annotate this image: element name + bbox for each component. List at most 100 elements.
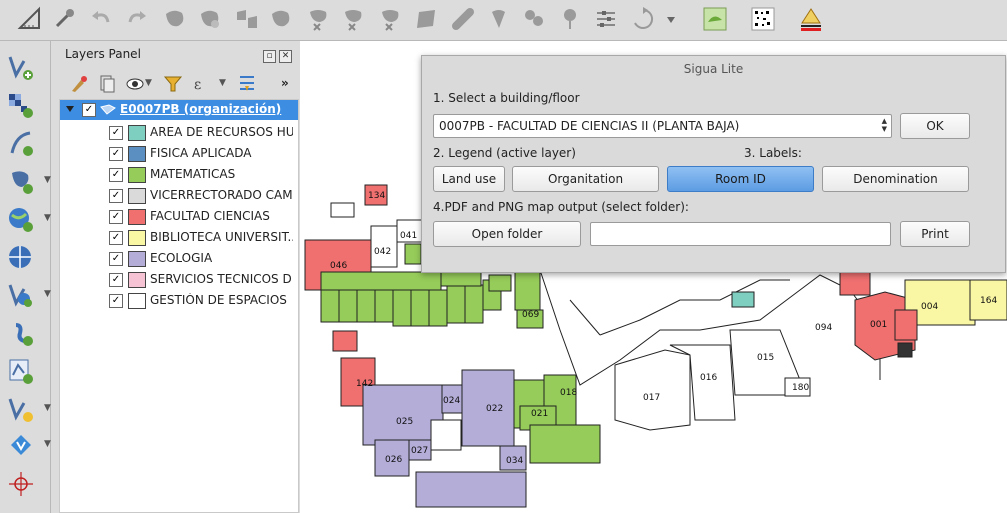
- room-label: 024: [443, 396, 460, 406]
- more-icon[interactable]: [664, 6, 678, 32]
- layer-row[interactable]: ✓ BIBLIOTECA UNIVERSIT...: [60, 227, 298, 248]
- expand-all-icon[interactable]: [237, 74, 257, 94]
- simplify-icon[interactable]: [593, 6, 619, 32]
- add-postgis-layer-icon[interactable]: [6, 167, 36, 197]
- filter-icon[interactable]: [163, 74, 183, 94]
- overflow-icon[interactable]: »: [281, 76, 289, 90]
- collapse-icon[interactable]: [66, 106, 74, 112]
- folder-path-field[interactable]: [590, 222, 891, 246]
- room-label: 142: [356, 379, 373, 389]
- style-manager-icon[interactable]: [69, 74, 89, 94]
- layer-row[interactable]: ✓ MATEMATICAS: [60, 164, 298, 185]
- layer-checkbox[interactable]: ✓: [109, 252, 123, 266]
- plugin-qr-icon[interactable]: [750, 6, 776, 32]
- layers-panel: Layers Panel ▫ ✕ ▼ ε ▼ » ✓ E0007PB (organ…: [51, 41, 300, 513]
- layer-group-row[interactable]: ✓ E0007PB (organización): [60, 100, 298, 120]
- room-label: 034: [506, 456, 523, 466]
- panel-title: Layers Panel: [65, 47, 141, 61]
- print-button[interactable]: Print: [900, 221, 970, 247]
- room-label: 018: [560, 388, 577, 398]
- room-label: 069: [522, 310, 539, 320]
- layer-checkbox[interactable]: ✓: [109, 147, 123, 161]
- layer-checkbox[interactable]: ✓: [109, 294, 123, 308]
- group-icon: [100, 104, 116, 115]
- layer-label: SERVICIOS TECNICOS D...: [150, 272, 293, 286]
- merge-icon[interactable]: [521, 6, 547, 32]
- dropdown-arrow-icon[interactable]: ▼: [44, 439, 51, 449]
- layer-checkbox[interactable]: ✓: [109, 126, 123, 140]
- dropdown-arrow-icon[interactable]: ▼: [44, 213, 51, 223]
- room-label: 017: [643, 393, 660, 403]
- organitation-button[interactable]: Organitation: [512, 166, 659, 192]
- split-icon[interactable]: [450, 6, 476, 32]
- rotate-icon[interactable]: [197, 6, 223, 32]
- land-use-button[interactable]: Land use: [433, 166, 505, 192]
- add-part-icon[interactable]: [234, 6, 260, 32]
- float-panel-icon[interactable]: ▫: [263, 50, 276, 63]
- layer-checkbox[interactable]: ✓: [109, 210, 123, 224]
- add-wms-layer-icon[interactable]: [6, 205, 36, 235]
- add-delimited-text-icon[interactable]: [6, 129, 36, 159]
- dropdown-arrow-icon[interactable]: ▼: [44, 403, 51, 413]
- sigua-icon[interactable]: [798, 6, 824, 32]
- split-parts-icon[interactable]: [487, 6, 513, 32]
- layer-checkbox[interactable]: ✓: [109, 273, 123, 287]
- add-vector-layer-icon[interactable]: [6, 53, 36, 83]
- svg-text:ε: ε: [194, 77, 201, 93]
- fill-ring-icon[interactable]: [413, 6, 439, 32]
- move-feature-icon[interactable]: [268, 6, 294, 32]
- open-folder-button[interactable]: Open folder: [433, 221, 581, 247]
- spin-arrows-icon[interactable]: ▲ ▼: [882, 117, 887, 133]
- building-select[interactable]: 0007PB - FACULTAD DE CIENCIAS II (PLANTA…: [433, 114, 892, 138]
- layer-row[interactable]: ✓ FACULTAD CIENCIAS: [60, 206, 298, 227]
- offset-icon[interactable]: [557, 6, 583, 32]
- layer-row[interactable]: ✓ AREA DE RECURSOS HU...: [60, 122, 298, 143]
- add-spatialite-layer-icon[interactable]: [6, 281, 36, 311]
- layer-color-swatch: [128, 167, 146, 183]
- close-panel-icon[interactable]: ✕: [279, 50, 292, 63]
- room-label: 021: [531, 409, 548, 419]
- dropdown-arrow-icon[interactable]: ▼: [44, 289, 51, 299]
- layer-row[interactable]: ✓ VICERRECTORADO CAM...: [60, 185, 298, 206]
- denomination-button[interactable]: Denomination: [822, 166, 969, 192]
- reshape-icon[interactable]: [378, 6, 404, 32]
- room-id-button[interactable]: Room ID: [667, 166, 814, 192]
- expression-filter-icon[interactable]: ε: [191, 74, 211, 94]
- add-wcs-layer-icon[interactable]: [6, 243, 36, 273]
- dropdown-arrow-icon[interactable]: ▼: [145, 78, 152, 88]
- delete-part-icon[interactable]: [306, 6, 332, 32]
- add-oracle-layer-icon[interactable]: [6, 319, 36, 349]
- add-raster-layer-icon[interactable]: [6, 91, 36, 121]
- layer-row[interactable]: ✓ GESTIÓN DE ESPACIOS: [60, 290, 298, 311]
- layer-row[interactable]: ✓ ECOLOGIA: [60, 248, 298, 269]
- plugin-green-icon[interactable]: [702, 6, 728, 32]
- step1-label: 1. Select a building/floor: [433, 91, 580, 105]
- rotate-feature-icon[interactable]: [630, 6, 656, 32]
- add-mssql-layer-icon[interactable]: [6, 357, 36, 387]
- delete-ring-icon[interactable]: [341, 6, 367, 32]
- layer-checkbox[interactable]: ✓: [109, 189, 123, 203]
- new-shapefile-layer-icon[interactable]: [6, 395, 36, 425]
- layer-color-swatch: [128, 272, 146, 288]
- gps-tools-icon[interactable]: [6, 469, 36, 499]
- room-label: 042: [374, 247, 391, 257]
- room-label: 022: [486, 404, 503, 414]
- dropdown-arrow-icon[interactable]: ▼: [44, 175, 51, 185]
- layer-row[interactable]: ✓ SERVICIOS TECNICOS D...: [60, 269, 298, 290]
- visibility-icon[interactable]: [125, 74, 145, 94]
- redo-icon[interactable]: [124, 6, 150, 32]
- add-virtual-layer-icon[interactable]: [6, 431, 36, 461]
- layer-checkbox[interactable]: ✓: [109, 231, 123, 245]
- layer-row[interactable]: ✓ FISICA APLICADA: [60, 143, 298, 164]
- magic-icon[interactable]: [52, 6, 78, 32]
- ok-button[interactable]: OK: [900, 113, 970, 139]
- room-label: 041: [400, 231, 417, 241]
- measure-icon[interactable]: [17, 6, 43, 32]
- add-group-icon[interactable]: [97, 74, 117, 94]
- node-tool-icon[interactable]: [162, 6, 188, 32]
- dropdown-arrow-icon[interactable]: ▼: [219, 78, 226, 88]
- undo-icon[interactable]: [88, 6, 114, 32]
- layer-checkbox[interactable]: ✓: [109, 168, 123, 182]
- group-checkbox[interactable]: ✓: [82, 103, 96, 117]
- room-shape: [404, 243, 422, 265]
